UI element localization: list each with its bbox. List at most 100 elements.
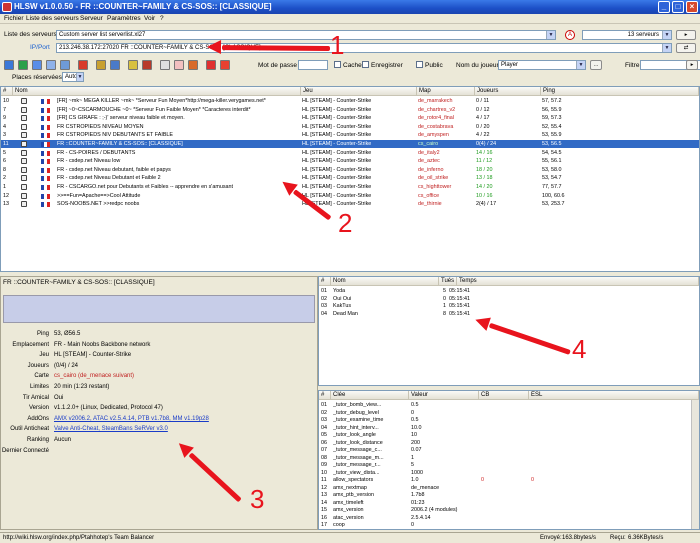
- refresh-icon[interactable]: [18, 60, 28, 70]
- stop-icon[interactable]: [142, 60, 152, 70]
- menu-help[interactable]: ?: [160, 15, 164, 22]
- info-key: Ranking: [26, 437, 49, 443]
- server-row[interactable]: 11 FR ::COUNTER~FAMILY & CS-SOS:: [CLASSI…: [1, 140, 699, 148]
- ban-icon[interactable]: [220, 60, 230, 70]
- menu-voir[interactable]: Voir: [144, 15, 155, 22]
- info-value[interactable]: Valve Anti-Cheat, SteamBans SeRVer v3.0: [54, 424, 168, 434]
- server-row[interactable]: 13 SOS-NOOBS.NET >>redpc noobs HL [STEAM] …: [1, 200, 699, 208]
- minimize-button[interactable]: _: [658, 1, 670, 13]
- col-header-num[interactable]: #: [319, 391, 331, 400]
- delete-server-icon[interactable]: [78, 60, 88, 70]
- server-rules-icon[interactable]: [60, 60, 70, 70]
- col-header-num[interactable]: #: [319, 277, 331, 286]
- favorites-icon[interactable]: [96, 60, 106, 70]
- server-num: 11: [3, 141, 9, 147]
- annotation-arrow-1: [221, 44, 331, 51]
- menu-liste-serveurs[interactable]: Liste des serveurs: [26, 15, 79, 22]
- server-players: 10 / 16: [476, 192, 493, 199]
- info-value[interactable]: AMX v2006.2, ATAC v2.5.4.14, PTB v1.7b8,…: [54, 414, 209, 424]
- game-mode-icon: [21, 106, 27, 113]
- password-label: Mot de passe: [258, 62, 298, 69]
- col-header-name[interactable]: Nom: [13, 87, 301, 96]
- rcon-icon[interactable]: [128, 60, 138, 70]
- server-row[interactable]: 7 [FR] ~0~CSCARMOUCHE ~0~ *Serveur Fun Fa…: [1, 106, 699, 114]
- settings-icon[interactable]: [160, 60, 170, 70]
- chevron-down-icon[interactable]: ▼: [576, 61, 585, 69]
- close-button[interactable]: ×: [686, 1, 698, 13]
- maximize-button[interactable]: □: [672, 1, 684, 13]
- server-row[interactable]: 12 >>==Fun=Apache==>Cool Attitude HL [STEA…: [1, 192, 699, 200]
- server-players: 11 / 12: [476, 158, 493, 165]
- server-map: de_marrakech: [418, 98, 453, 104]
- player-name-button[interactable]: …: [590, 60, 602, 70]
- server-map: de_thirnie: [418, 201, 442, 208]
- filter-icon[interactable]: [110, 60, 120, 70]
- col-header-kills[interactable]: Tués: [439, 277, 457, 286]
- cvar-scrollbar[interactable]: [691, 400, 699, 529]
- player-name-select[interactable]: Player ▼: [498, 60, 586, 70]
- chevron-down-icon[interactable]: ▼: [662, 44, 671, 52]
- server-row[interactable]: 10 [FR] ~mk~ MEGA KILLER ~mk~ *Serveur Fu…: [1, 97, 699, 105]
- col-header-esl[interactable]: ESL: [529, 391, 699, 400]
- col-header-key[interactable]: Clée: [331, 391, 409, 400]
- server-players: 0(4) / 24: [476, 141, 497, 147]
- menu-serveur[interactable]: Serveur: [80, 15, 103, 22]
- col-header-game[interactable]: Jeu: [301, 87, 417, 96]
- chat-icon[interactable]: [188, 60, 198, 70]
- annotation-number-1: 1: [330, 30, 345, 60]
- ipport-input[interactable]: 213.246.38.172:27020 FR ::COUNTER~FAMILY…: [56, 43, 672, 53]
- flag-fr-icon: [41, 167, 50, 173]
- chevron-down-icon[interactable]: ▼: [546, 31, 555, 39]
- server-row[interactable]: 2 FR - csdep.net Niveau Debutant et Faibl…: [1, 174, 699, 182]
- col-header-players[interactable]: Joueurs: [475, 87, 541, 96]
- hide-checkbox[interactable]: [334, 61, 341, 68]
- info-row: Tir Amical Oui: [1, 393, 319, 403]
- server-row[interactable]: 1 FR - CSCARGO.net pour Debutants et Faib…: [1, 183, 699, 191]
- public-checkbox[interactable]: [416, 61, 423, 68]
- menu-parametres[interactable]: Paramètres: [107, 15, 141, 22]
- server-row[interactable]: 4 FR CSTROPIEDS NIVEAU MOYEN HL [STEAM] - …: [1, 123, 699, 131]
- server-game: HL [STEAM] - Counter-Strike: [302, 192, 372, 199]
- serverlist-status-icon[interactable]: A: [565, 30, 575, 40]
- player-row[interactable]: 04 Dead Man 8 05:15:41: [319, 310, 699, 318]
- game-mode-icon: [21, 201, 27, 208]
- chevron-down-icon[interactable]: ▼: [662, 31, 671, 39]
- server-info-icon[interactable]: [46, 60, 56, 70]
- reserved-slots-select[interactable]: Auto ▼: [62, 72, 84, 82]
- col-header-map[interactable]: Map: [417, 87, 475, 96]
- server-players: 2(4) / 17: [476, 201, 497, 208]
- menu-fichier[interactable]: Fichier: [4, 15, 24, 22]
- add-server-icon[interactable]: [32, 60, 42, 70]
- flag-fr-icon: [41, 159, 50, 165]
- col-header-name[interactable]: Nom: [331, 277, 439, 286]
- cvar-num: 17: [321, 522, 327, 528]
- col-header-cb[interactable]: CB: [479, 391, 529, 400]
- server-map: de_rotor4_final: [418, 115, 454, 122]
- col-header-value[interactable]: Valeur: [409, 391, 479, 400]
- serverlist-select[interactable]: Custom server list serverlist.xl27 ▼: [56, 30, 556, 40]
- flag-fr-icon: [41, 150, 50, 156]
- filter-button[interactable]: ▸: [686, 60, 698, 70]
- connect-icon[interactable]: [4, 60, 14, 70]
- server-ping: 53, 253.7: [542, 201, 565, 208]
- info-value: Aucun: [54, 437, 72, 443]
- server-row[interactable]: 3 FR CSTROPIEDS NIV DEBUTANTS ET FAIBLE HL…: [1, 131, 699, 139]
- flag-fr-icon: [41, 142, 50, 147]
- col-header-time[interactable]: Temps: [457, 277, 699, 286]
- server-row[interactable]: 8 FR - csdep.net Niveau debutant, faible …: [1, 166, 699, 174]
- cvar-row[interactable]: 17 coop 0: [319, 521, 691, 529]
- color-icon[interactable]: [174, 60, 184, 70]
- save-checkbox[interactable]: [362, 61, 369, 68]
- kick-icon[interactable]: [206, 60, 216, 70]
- chevron-down-icon[interactable]: ▼: [76, 73, 83, 81]
- server-count-select[interactable]: 13 serveurs ▼: [582, 30, 672, 40]
- serverlist-menu-button[interactable]: ▸: [676, 30, 696, 40]
- password-input[interactable]: [298, 60, 328, 70]
- server-row[interactable]: 5 FR - CS-POIRES / DEBUTANTS HL [STEAM] - …: [1, 149, 699, 157]
- col-header-ping[interactable]: Ping: [541, 87, 699, 96]
- server-row[interactable]: 9 [FR] CS GIRAFE : ;-)' serveur niveau fa…: [1, 114, 699, 122]
- connect-button[interactable]: ⇄: [676, 43, 696, 53]
- server-ping: 100, 60.6: [542, 192, 565, 199]
- server-row[interactable]: 6 FR - csdep.net Niveau low HL [STEAM] - C…: [1, 157, 699, 165]
- col-header-num[interactable]: #: [1, 87, 13, 96]
